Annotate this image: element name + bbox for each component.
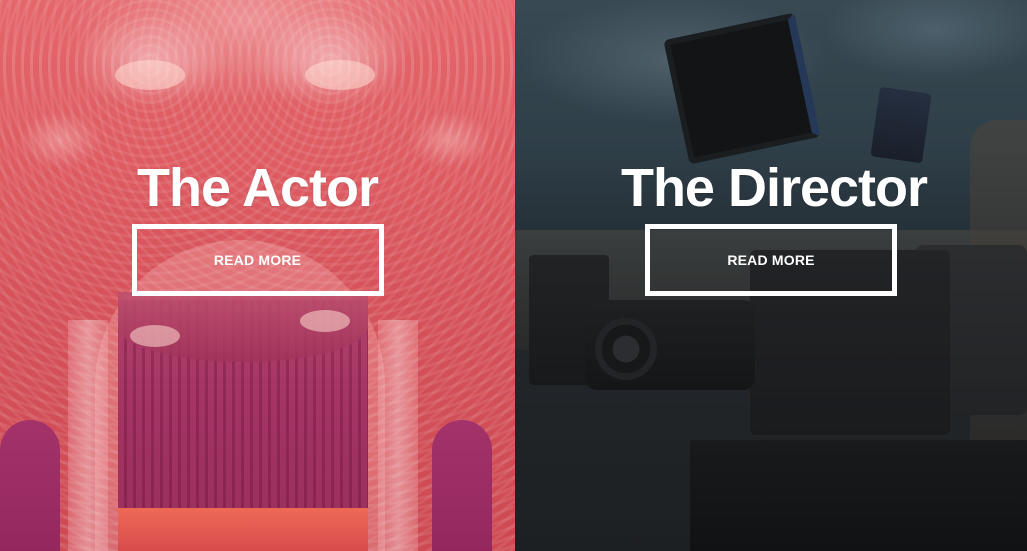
category-cards: The Actor READ MORE The Director READ MO… — [0, 0, 1027, 551]
director-card[interactable]: The Director READ MORE — [515, 0, 1027, 551]
wall-lamp — [130, 325, 180, 347]
actor-card[interactable]: The Actor READ MORE — [0, 0, 515, 551]
actor-title: The Actor — [136, 158, 379, 218]
chandelier — [305, 60, 375, 90]
director-card-content: The Director READ MORE — [515, 158, 1027, 296]
stage-floor — [118, 508, 368, 551]
director-read-more-button[interactable]: READ MORE — [645, 224, 897, 296]
director-title: The Director — [620, 158, 928, 218]
column — [68, 320, 108, 551]
chandelier — [115, 60, 185, 90]
actor-card-content: The Actor READ MORE — [0, 158, 515, 296]
theatre-box-right — [432, 420, 492, 551]
column — [378, 320, 418, 551]
theatre-box-left — [0, 420, 60, 551]
wall-lamp — [300, 310, 350, 332]
actor-read-more-button[interactable]: READ MORE — [131, 224, 384, 296]
